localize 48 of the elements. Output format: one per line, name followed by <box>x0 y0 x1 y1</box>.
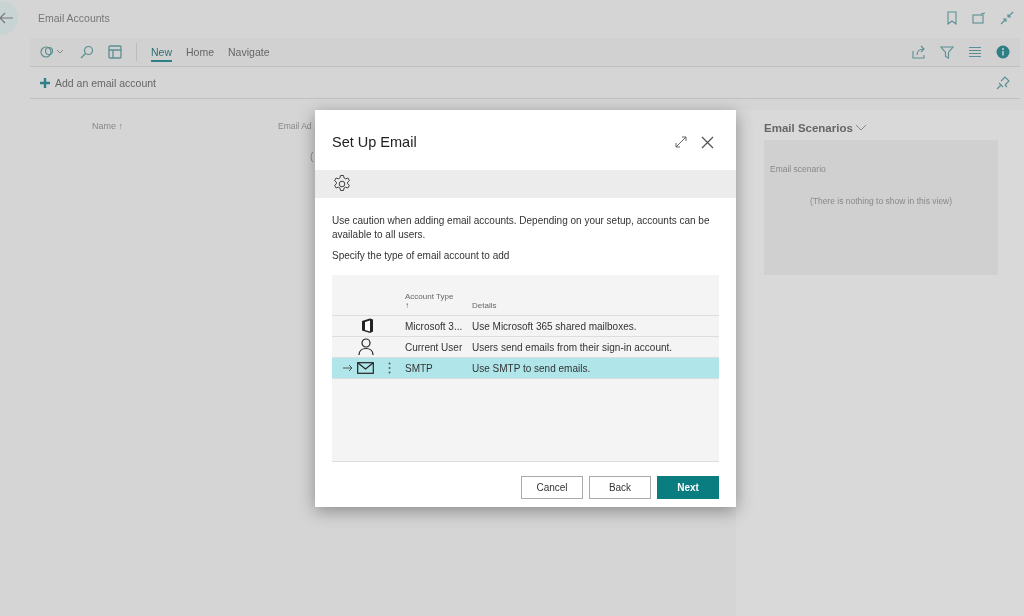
share-icon[interactable] <box>912 45 926 59</box>
user-icon <box>358 338 374 356</box>
table-cell: Users send emails from their sign-in account. <box>472 341 673 353</box>
chevron-down-icon <box>854 124 867 132</box>
copilot-icon[interactable] <box>40 45 66 59</box>
column-header[interactable]: Email Ad <box>278 121 312 131</box>
table-cell: Use SMTP to send emails. <box>472 362 591 374</box>
more-options-icon[interactable] <box>388 362 391 374</box>
menu-tab[interactable]: Home <box>186 42 215 62</box>
info-icon[interactable] <box>996 45 1010 59</box>
collapse-icon[interactable] <box>1000 10 1014 25</box>
layout-icon[interactable] <box>108 45 122 59</box>
empty-list-text: (There is nothing to show in this view) <box>808 196 954 206</box>
column-header[interactable]: Account Type ↑ <box>405 292 457 310</box>
instruction-text: Specify the type of email account to add <box>332 250 511 261</box>
gear-icon[interactable] <box>332 174 352 194</box>
envelope-icon <box>357 362 374 374</box>
bookmark-icon[interactable] <box>946 10 958 25</box>
column-header[interactable]: Details <box>472 301 497 310</box>
open-in-window-icon[interactable] <box>972 11 986 24</box>
table-cell-text: Microsoft 3... <box>405 320 464 332</box>
search-icon[interactable] <box>80 45 94 59</box>
page-title: Email Accounts <box>38 11 110 24</box>
menu-tab[interactable]: New <box>151 42 172 62</box>
caution-text: Use caution when adding email accounts. Depending on your setup, accounts can be available to all users. <box>332 214 711 242</box>
menu-tab[interactable]: Navigate <box>228 42 270 62</box>
factbox-title[interactable]: Email Scenarios <box>764 122 998 134</box>
expand-icon[interactable] <box>675 136 687 148</box>
table-cell-text: Current User <box>405 341 464 353</box>
plus-icon <box>40 77 50 88</box>
add-account-button[interactable]: Add an email account <box>40 76 156 89</box>
column-header[interactable]: Name ↑ <box>92 121 278 131</box>
table-cell: Use Microsoft 365 shared mailboxes. <box>472 320 637 332</box>
list-icon[interactable] <box>968 46 982 58</box>
filter-icon[interactable] <box>940 45 954 59</box>
office-icon <box>361 318 374 334</box>
table-row[interactable]: SMTP Use SMTP to send emails. <box>332 358 719 379</box>
next-button[interactable]: Next <box>657 476 719 499</box>
dialog-button[interactable]: Cancel <box>521 476 583 499</box>
pin-icon[interactable] <box>996 75 1010 90</box>
table-row[interactable]: Microsoft 3... Use Microsoft 365 shared mailboxes. <box>332 316 719 337</box>
empty-list-text: ( <box>310 151 315 162</box>
dialog-title: Set Up Email <box>332 134 418 150</box>
arrow-icon <box>343 364 353 372</box>
dialog-button[interactable]: Back <box>589 476 651 499</box>
close-icon[interactable] <box>701 135 714 149</box>
column-header: Email scenario <box>770 164 827 174</box>
table-cell-text: SMTP <box>405 362 434 374</box>
